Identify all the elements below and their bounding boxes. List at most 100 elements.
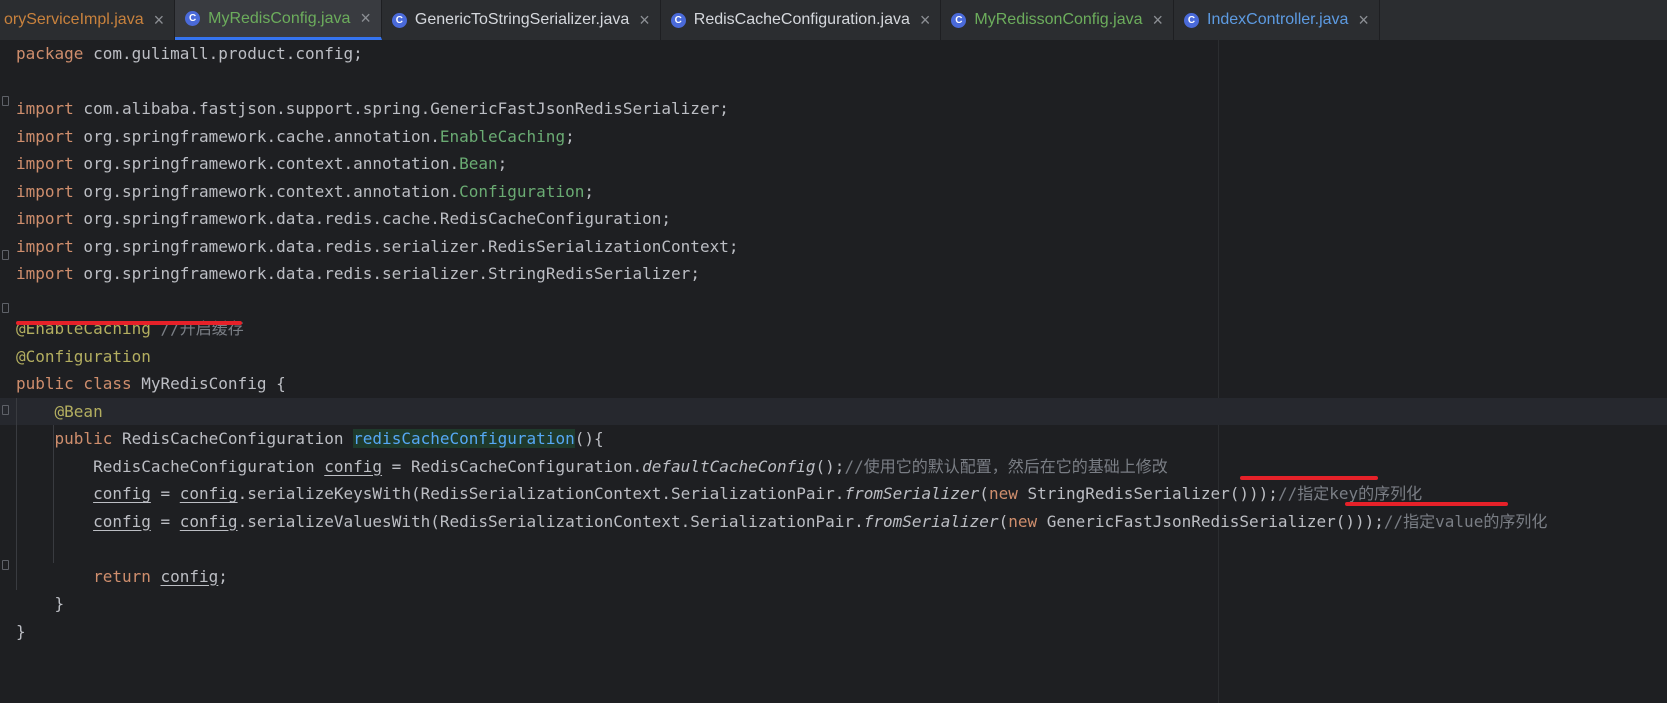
import-class: Configuration <box>459 181 585 201</box>
config-variable[interactable]: config <box>93 512 151 531</box>
editor-tab[interactable]: C MyRedisConfig.java × <box>175 0 382 40</box>
fold-marker-icon[interactable] <box>2 560 9 570</box>
close-icon[interactable]: × <box>154 10 165 31</box>
config-variable[interactable]: config <box>93 484 151 503</box>
configuration-annotation: @Configuration <box>16 346 151 366</box>
static-method[interactable]: defaultCacheConfig <box>642 457 815 476</box>
code-text: .serializeKeysWith(RedisSerializationCon… <box>237 484 845 503</box>
editor-tab[interactable]: C IndexController.java × <box>1174 0 1380 40</box>
close-icon[interactable]: × <box>920 10 931 31</box>
editor-tab[interactable]: C RedisCacheConfiguration.java × <box>661 0 942 40</box>
keyword: new <box>1008 511 1038 531</box>
java-class-icon: C <box>185 11 201 26</box>
fold-marker-icon[interactable] <box>2 250 9 260</box>
import-line: import org.springframework.context.annot… <box>16 150 1547 178</box>
code-line: public class MyRedisConfig { <box>16 370 1547 398</box>
import-class: EnableCaching <box>439 126 566 146</box>
static-method[interactable]: fromSerializer <box>844 484 979 503</box>
code-text: = <box>150 484 180 503</box>
close-icon[interactable]: × <box>639 10 650 31</box>
type-name: RedisCacheConfiguration <box>93 456 325 476</box>
import-path: org.springframework.data.redis.serialize… <box>73 236 489 256</box>
closing-brace: } <box>16 621 26 641</box>
tab-label: oryServiceImpl.java <box>4 11 144 28</box>
import-block: import com.alibaba.fastjson.support.spri… <box>16 95 1547 288</box>
fold-marker-icon[interactable] <box>2 303 9 313</box>
red-underline-mark <box>16 321 242 325</box>
code-line: config = config.serializeKeysWith(RedisS… <box>16 480 1547 508</box>
close-icon[interactable]: × <box>360 8 371 29</box>
keyword: import <box>16 209 74 228</box>
code-line: @Bean <box>16 398 1547 426</box>
editor-tab[interactable]: C GenericToStringSerializer.java × <box>382 0 661 40</box>
keyword: import <box>16 154 74 173</box>
semicolon: ; <box>719 99 729 118</box>
import-path: com.alibaba.fastjson.support.spring. <box>73 99 431 118</box>
semicolon: ; <box>690 264 700 283</box>
bean-annotation: @Bean <box>54 401 103 421</box>
java-class-icon: C <box>951 12 967 28</box>
config-variable[interactable]: config <box>161 567 219 586</box>
close-icon[interactable]: × <box>1358 10 1369 31</box>
import-class: StringRedisSerializer <box>488 264 691 283</box>
import-path: org.springframework.context.annotation. <box>73 181 460 201</box>
code-text: .serializeValuesWith(RedisSerializationC… <box>237 511 864 531</box>
import-class: RedisSerializationContext <box>488 236 729 256</box>
semicolon: ; <box>497 154 508 173</box>
keyword: import <box>16 181 74 201</box>
package-name: com.gulimall.product.config; <box>83 44 363 63</box>
class-name: MyRedisConfig { <box>131 374 286 393</box>
import-path: org.springframework.data.redis.serialize… <box>73 264 489 283</box>
import-class: GenericFastJsonRedisSerializer <box>430 99 720 118</box>
keyword: import <box>16 126 74 146</box>
code-text: ( <box>979 484 989 503</box>
config-variable[interactable]: config <box>180 512 238 531</box>
import-path: org.springframework.context.annotation. <box>73 154 460 173</box>
tab-label: GenericToStringSerializer.java <box>414 11 630 28</box>
java-class-icon: C <box>1184 12 1199 28</box>
red-underline-mark <box>1240 476 1378 480</box>
tab-label: MyRedissonConfig.java <box>974 11 1143 28</box>
import-line: import org.springframework.data.redis.se… <box>16 260 1547 288</box>
import-path: org.springframework.cache.annotation. <box>73 126 440 146</box>
tab-label: IndexController.java <box>1207 11 1349 28</box>
source-code[interactable]: package com.gulimall.product.config; imp… <box>16 40 1547 645</box>
static-method[interactable]: fromSerializer <box>864 512 999 531</box>
code-line: } <box>16 590 1547 618</box>
config-variable[interactable]: config <box>180 484 238 503</box>
editor-tab[interactable]: oryServiceImpl.java × <box>0 0 176 40</box>
import-class: Bean <box>459 154 498 173</box>
semicolon: ; <box>728 236 739 256</box>
code-text: ( <box>998 511 1009 531</box>
code-text: StringRedisSerializer())); <box>1017 484 1278 503</box>
code-line-current: public RedisCacheConfiguration redisCach… <box>16 425 1547 453</box>
red-underline-mark <box>1345 502 1508 506</box>
keyword: public class <box>16 374 132 393</box>
config-variable[interactable]: config <box>324 457 382 476</box>
editor-tab[interactable]: C MyRedissonConfig.java × <box>941 0 1174 40</box>
code-text: (); <box>815 456 845 476</box>
import-path: org.springframework.data.redis.cache. <box>73 209 440 228</box>
code-text: GenericFastJsonRedisSerializer())); <box>1037 511 1384 531</box>
keyword: package <box>16 44 84 63</box>
java-class-icon: C <box>670 12 686 28</box>
java-class-icon: C <box>391 12 407 28</box>
close-icon[interactable]: × <box>1152 10 1163 31</box>
code-editor[interactable]: package com.gulimall.product.config; imp… <box>0 40 1667 703</box>
code-text: ; <box>218 566 228 586</box>
keyword: import <box>16 99 74 118</box>
fold-marker-icon[interactable] <box>2 405 9 415</box>
code-line: @EnableCaching //开启缓存 <box>16 315 1547 343</box>
method-name[interactable]: redisCacheConfiguration <box>353 429 575 448</box>
tab-label: MyRedisConfig.java <box>208 9 351 27</box>
tab-label: RedisCacheConfiguration.java <box>693 11 910 28</box>
import-line: import org.springframework.context.annot… <box>16 178 1547 206</box>
fold-marker-icon[interactable] <box>2 96 9 106</box>
keyword: return <box>93 566 151 586</box>
code-comment: //使用它的默认配置，然后在它的基础上修改 <box>844 456 1168 476</box>
code-text: = RedisCacheConfiguration. <box>382 456 643 476</box>
editor-tab-bar: oryServiceImpl.java × C MyRedisConfig.java ×… <box>0 0 1667 41</box>
